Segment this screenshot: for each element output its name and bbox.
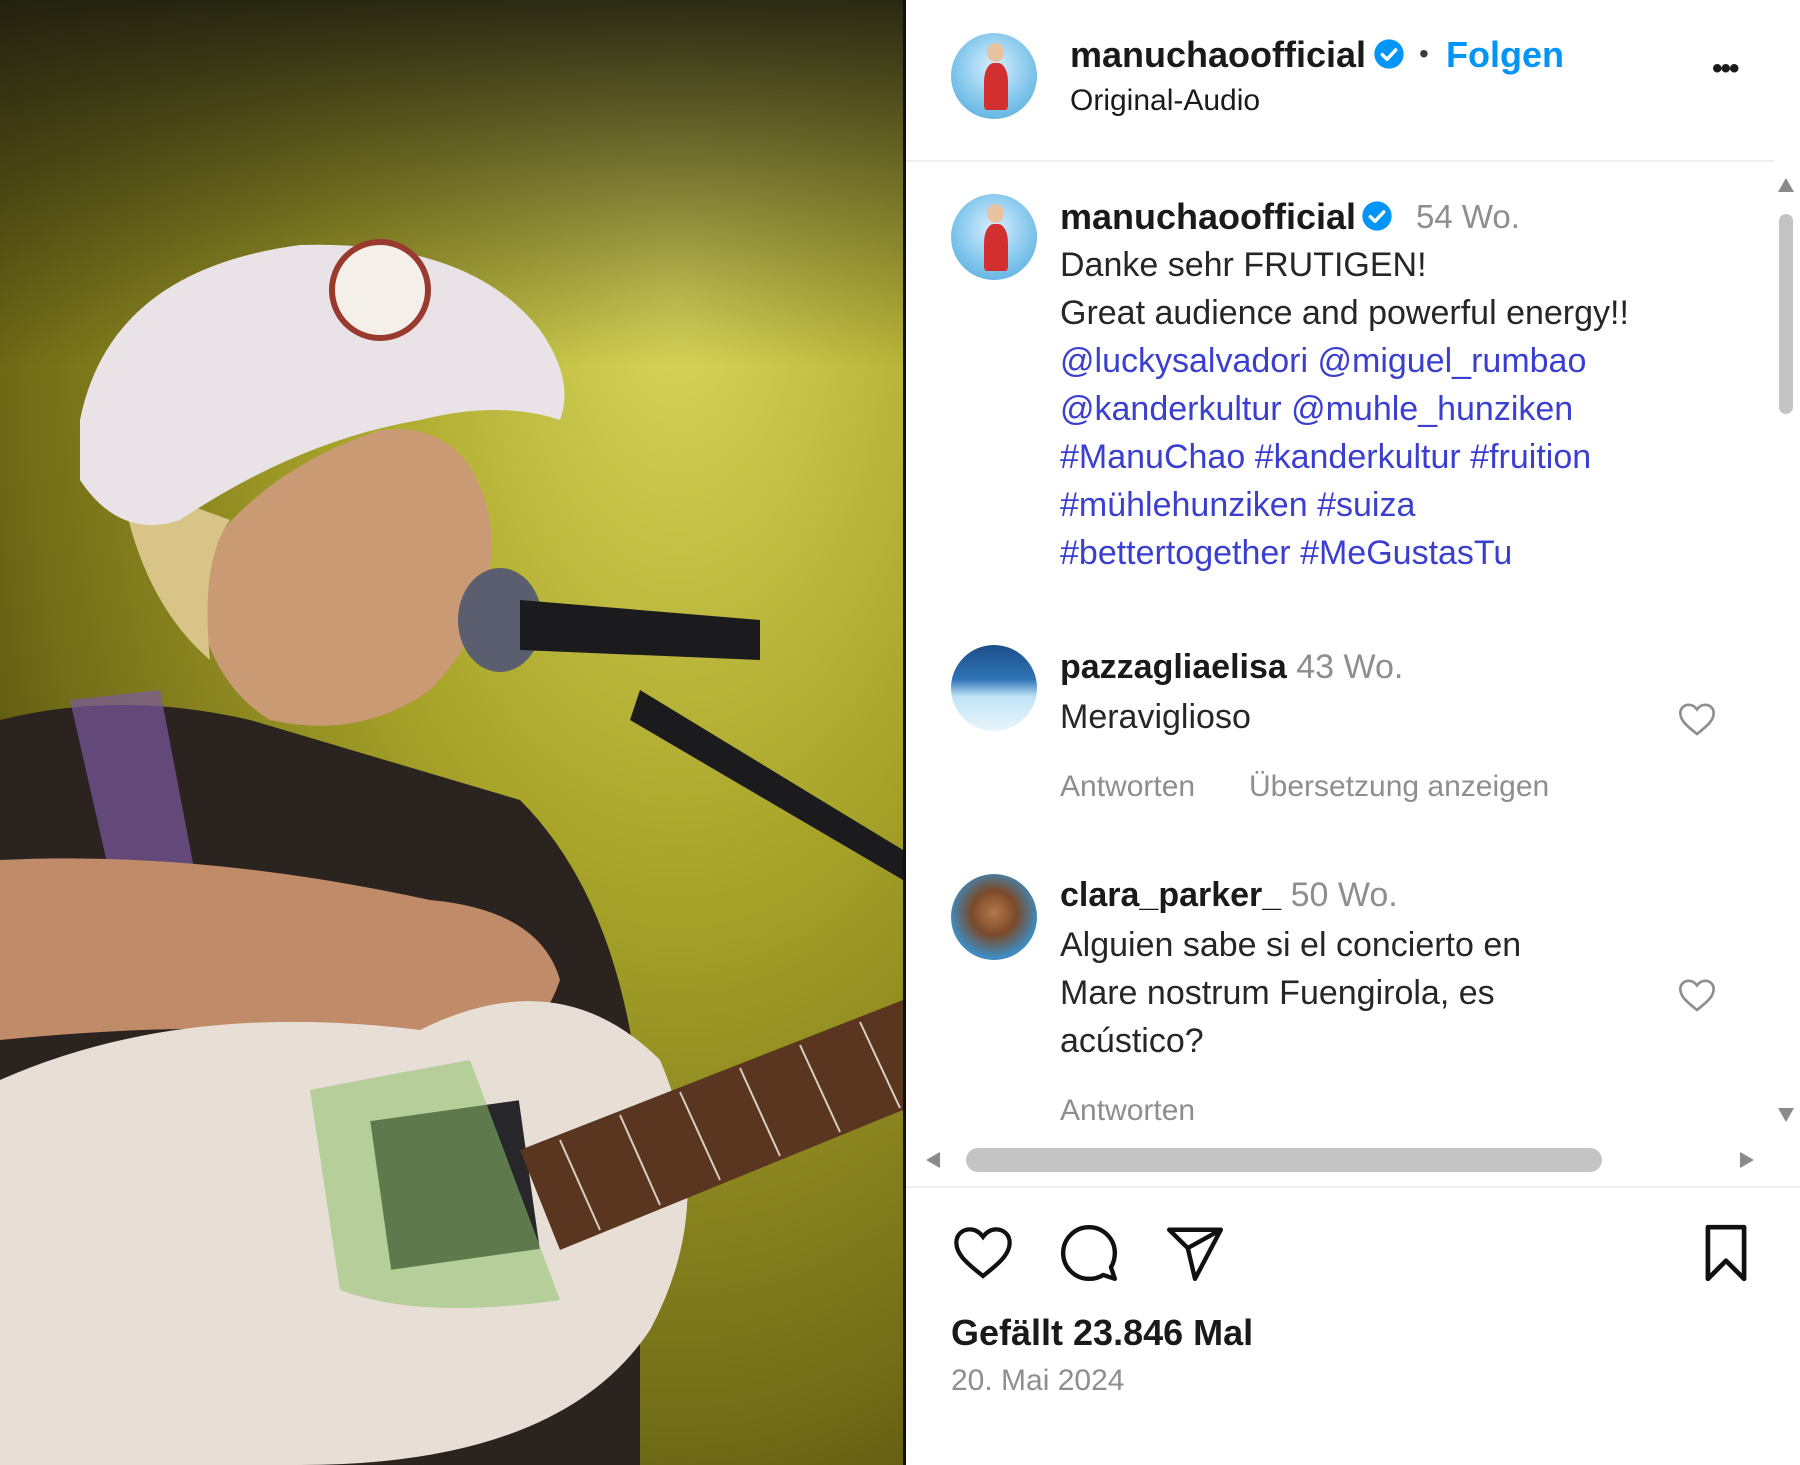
mention-link[interactable]: @luckysalvadori (1060, 342, 1308, 380)
more-icon[interactable]: ••• (1712, 52, 1739, 86)
header-divider (906, 160, 1774, 162)
horizontal-scrollbar[interactable] (920, 1144, 1760, 1176)
header-subtitle[interactable]: Original-Audio (1070, 84, 1260, 118)
caption-avatar[interactable] (951, 194, 1037, 280)
comment-icon[interactable] (1058, 1222, 1120, 1284)
comment-text-line: Alguien sabe si el concierto en (1060, 926, 1522, 964)
comment-header: pazzagliaelisa 43 Wo. (1060, 648, 1403, 687)
comment-username[interactable]: pazzagliaelisa (1060, 648, 1287, 686)
caption-tags-row-1: #ManuChao #kanderkultur #fruition (1060, 438, 1591, 477)
reply-button[interactable]: Antworten (1060, 1094, 1195, 1128)
caption-mentions-row-1: @luckysalvadori @miguel_rumbao (1060, 342, 1586, 381)
post-date[interactable]: 20. Mai 2024 (951, 1364, 1124, 1398)
hashtag-link[interactable]: #mühlehunziken (1060, 486, 1308, 524)
author-avatar[interactable] (951, 33, 1037, 119)
header-username[interactable]: manuchaoofficial (1070, 34, 1366, 76)
caption-tags-row-2: #mühlehunziken #suiza (1060, 486, 1415, 525)
heart-icon[interactable] (951, 1222, 1015, 1282)
likes-count[interactable]: Gefällt 23.846 Mal (951, 1312, 1253, 1354)
hashtag-link[interactable]: #MeGustasTu (1300, 534, 1512, 572)
post-photo[interactable] (0, 0, 903, 1465)
caption-tags-row-3: #bettertogether #MeGustasTu (1060, 534, 1512, 573)
caption-username[interactable]: manuchaoofficial (1060, 196, 1356, 238)
post-side-panel: manuchaoofficial • Folgen Original-Audio… (903, 0, 1800, 1465)
hashtag-link[interactable]: #kanderkultur (1255, 438, 1461, 476)
mention-link[interactable]: @miguel_rumbao (1318, 342, 1587, 380)
reply-button[interactable]: Antworten (1060, 770, 1195, 804)
mention-link[interactable]: @kanderkultur (1060, 390, 1282, 428)
comment-avatar[interactable] (951, 874, 1037, 960)
verified-icon (1373, 38, 1405, 75)
comment-avatar[interactable] (951, 645, 1037, 731)
show-translation-button[interactable]: Übersetzung anzeigen (1249, 770, 1549, 804)
follow-button[interactable]: Folgen (1446, 34, 1564, 76)
bookmark-icon[interactable] (1698, 1222, 1754, 1284)
hashtag-link[interactable]: #ManuChao (1060, 438, 1245, 476)
like-comment-icon[interactable] (1677, 976, 1717, 1019)
caption-line-2: Great audience and powerful energy!! (1060, 294, 1629, 332)
caption-mentions-row-2: @kanderkultur @muhle_hunziken (1060, 390, 1573, 429)
comment-username[interactable]: clara_parker_ (1060, 876, 1281, 914)
concert-photo-illustration (0, 0, 903, 1465)
comment-text-line: acústico? (1060, 1022, 1204, 1060)
share-icon[interactable] (1164, 1222, 1226, 1284)
verified-icon (1361, 200, 1393, 237)
vertical-scrollbar[interactable] (1772, 170, 1800, 1130)
like-comment-icon[interactable] (1677, 700, 1717, 743)
hashtag-link[interactable]: #bettertogether (1060, 534, 1291, 572)
caption-time[interactable]: 54 Wo. (1416, 198, 1520, 236)
comment-time[interactable]: 50 Wo. (1291, 876, 1398, 914)
hashtag-link[interactable]: #fruition (1470, 438, 1591, 476)
hashtag-link[interactable]: #suiza (1317, 486, 1415, 524)
comment-time[interactable]: 43 Wo. (1296, 648, 1403, 686)
comment-header: clara_parker_ 50 Wo. (1060, 876, 1398, 915)
caption-line-1: Danke sehr FRUTIGEN! (1060, 246, 1427, 284)
header-dot: • (1419, 38, 1429, 69)
actions-divider (906, 1186, 1800, 1188)
mention-link[interactable]: @muhle_hunziken (1291, 390, 1573, 428)
comment-text: Meraviglioso (1060, 698, 1251, 736)
comment-text-line: Mare nostrum Fuengirola, es (1060, 974, 1495, 1012)
